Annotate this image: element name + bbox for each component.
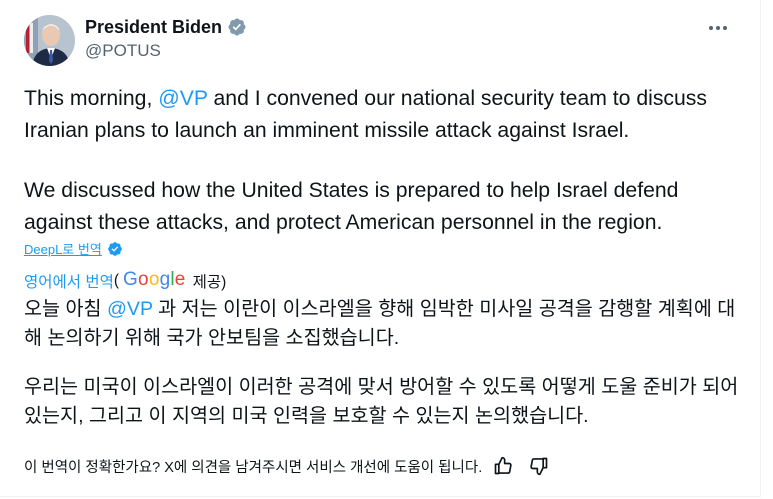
translated-mention-link[interactable]: @VP [107, 298, 153, 320]
translated-text: 오늘 아침 @VP 과 저는 이란이 이스라엘을 향해 임박한 미사일 공격을 … [24, 295, 749, 431]
translated-paragraph-2: 우리는 미국이 이스라엘이 이러한 공격에 맞서 방어할 수 있도록 어떻게 도… [24, 376, 739, 427]
translated-by-suffix: 제공) [192, 274, 227, 291]
tweet-paragraph-1: This morning, @VP and I convened our nat… [24, 83, 744, 147]
translated-by-paren: ( [113, 272, 120, 289]
translated-from-link[interactable]: 영어에서 번역 [24, 270, 114, 292]
translated-paragraph-1: 오늘 아침 @VP 과 저는 이란이 이스라엘을 향해 임박한 미사일 공격을 … [24, 295, 749, 353]
google-logo: Google [123, 269, 186, 290]
feedback-text: 이 번역이 정확한가요? X에 의견을 남겨주시면 서비스 개선에 도움이 됩니… [24, 459, 483, 476]
deepl-translate-link[interactable]: DeepL로 번역 [24, 239, 102, 258]
tweet-card: President Biden @POTUS This morning, @VP… [0, 0, 761, 497]
author-display-name[interactable]: President Biden [85, 17, 222, 38]
avatar[interactable] [24, 15, 75, 66]
tweet-p1-before: This morning, [24, 87, 159, 110]
verified-badge-icon[interactable] [227, 17, 247, 37]
translated-p1-before: 오늘 아침 [24, 298, 107, 320]
tweet-text: This morning, @VP and I convened our nat… [24, 83, 744, 239]
mention-link[interactable]: @VP [158, 87, 207, 110]
author-handle[interactable]: @POTUS [85, 41, 161, 61]
thumbs-down-icon[interactable] [528, 455, 550, 477]
deepl-translate[interactable]: DeepL로 번역 [24, 239, 123, 258]
tweet-paragraph-2: We discussed how the United States is pr… [24, 179, 679, 234]
thumbs-up-icon[interactable] [492, 455, 514, 477]
translated-by-row: 영어에서 번역 ( Google 제공) [24, 269, 227, 292]
more-options-button[interactable] [703, 16, 733, 38]
translation-feedback: 이 번역이 정확한가요? X에 의견을 남겨주시면 서비스 개선에 도움이 됩니… [24, 455, 550, 477]
author-name-row[interactable]: President Biden [85, 14, 247, 40]
more-horizontal-icon [708, 18, 728, 36]
deepl-badge-icon [107, 241, 123, 257]
